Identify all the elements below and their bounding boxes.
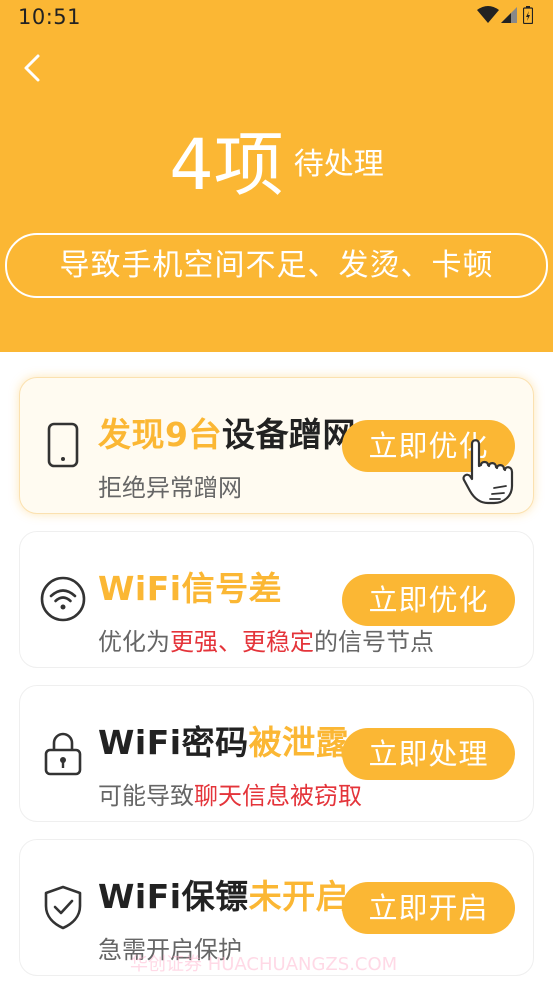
wifi-icon [40,576,86,622]
optimize-button[interactable]: 立即优化 [342,574,515,626]
pointing-hand-icon [462,439,514,505]
header: 10:51 4项 待处理 导致手机空间不足、发烫、卡顿 [0,0,553,352]
battery-icon [523,6,533,24]
status-bar: 10:51 [0,0,553,34]
watermark: 华创证券 HUACHUANGZS.COM [130,954,398,975]
enable-button[interactable]: 立即开启 [342,882,515,934]
pending-label: 待处理 [293,147,384,182]
cell-signal-icon [501,7,517,23]
back-arrow-icon[interactable] [16,50,52,86]
warning-subtitle: 导致手机空间不足、发烫、卡顿 [5,233,548,298]
card-title: WiFi密码被泄露 [98,723,350,762]
card-device-intrusion: 发现9台设备蹭网 拒绝异常蹭网 立即优化 [19,377,534,514]
card-wifi-signal: WiFi信号差 优化为更强、更稳定的信号节点 立即优化 [19,531,534,668]
lock-icon [44,732,82,776]
card-title: 发现9台设备蹭网 [98,415,356,454]
card-subtitle: 拒绝异常蹭网 [98,474,242,502]
card-subtitle: 优化为更强、更稳定的信号节点 [98,628,434,656]
phone-icon [47,422,79,468]
status-icons [477,6,537,26]
pending-count: 4项 [169,124,284,206]
pending-count-headline: 4项 待处理 [0,110,553,206]
status-time: 10:51 [18,5,82,29]
wifi-signal-icon [477,6,499,23]
shield-check-icon [44,885,82,930]
card-title: WiFi信号差 [98,569,283,608]
card-subtitle: 可能导致聊天信息被窃取 [98,782,362,810]
card-title: WiFi保镖未开启 [98,877,350,916]
card-wifi-password-leak: WiFi密码被泄露 可能导致聊天信息被窃取 立即处理 [19,685,534,822]
handle-button[interactable]: 立即处理 [342,728,515,780]
